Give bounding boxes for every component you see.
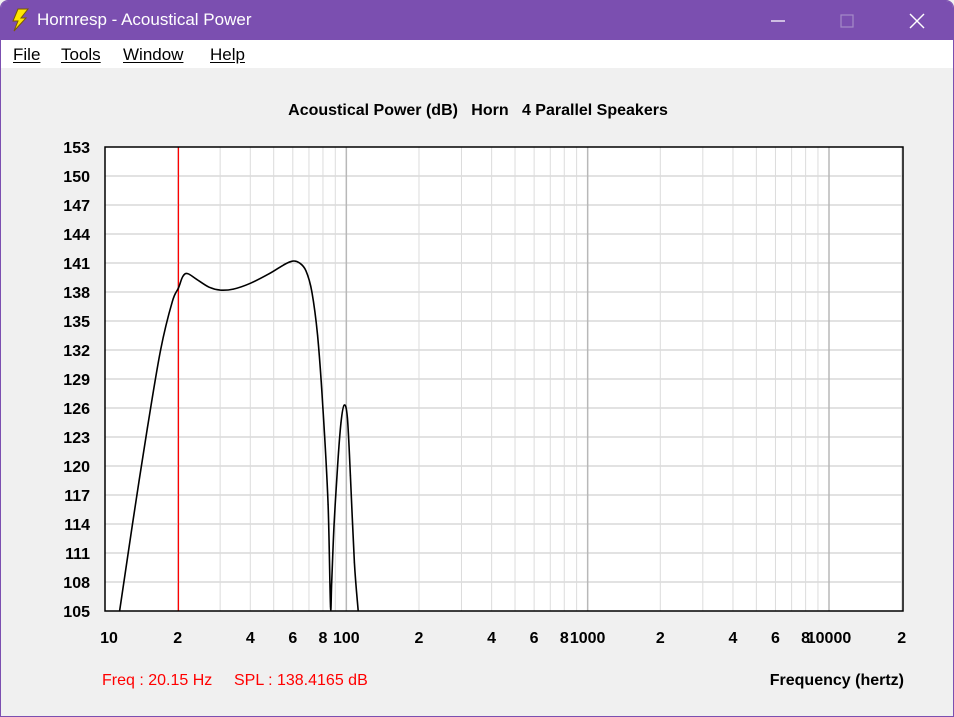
x-tick-labels: 10 2 4 6 8 100 2 4 6 8 1000 2 4 6 810000 2 xyxy=(100,630,906,647)
x-tick-label: 10 xyxy=(100,630,118,647)
y-tick-label: 129 xyxy=(63,372,90,389)
y-tick-label: 111 xyxy=(65,546,90,563)
y-tick-label: 141 xyxy=(63,256,90,273)
response-point xyxy=(331,581,333,583)
maximize-button[interactable] xyxy=(824,1,870,40)
y-tick-label: 123 xyxy=(63,430,90,447)
response-point xyxy=(316,334,319,337)
response-point xyxy=(160,349,162,351)
response-point xyxy=(171,301,173,303)
menu-file[interactable]: File xyxy=(13,45,40,65)
x-tick-label: 8 xyxy=(560,630,569,647)
response-point xyxy=(340,421,342,424)
status-spl: SPL : 138.4165 dB xyxy=(234,672,368,689)
response-point xyxy=(305,270,307,272)
minimize-button[interactable] xyxy=(755,1,801,40)
y-tick-label: 147 xyxy=(63,198,90,215)
response-point xyxy=(327,504,329,506)
y-tick-label: 132 xyxy=(63,343,90,360)
y-tick-label: 153 xyxy=(63,140,90,157)
menu-help[interactable]: Help xyxy=(210,45,245,65)
menu-window[interactable]: Window xyxy=(123,45,183,65)
response-point xyxy=(343,404,345,406)
chart-area: Acoustical Power (dB) Horn 4 Parallel Sp… xyxy=(1,68,954,717)
x-axis-label: Frequency (hertz) xyxy=(770,672,904,689)
chart-title: Acoustical Power (dB) Horn 4 Parallel Sp… xyxy=(288,102,668,119)
y-tick-label: 135 xyxy=(63,314,90,331)
response-point xyxy=(292,260,294,262)
x-tick-label: 100 xyxy=(333,630,360,647)
response-point xyxy=(232,288,234,290)
status-freq: Freq : 20.15 Hz xyxy=(102,672,212,689)
response-point xyxy=(196,278,198,281)
response-point xyxy=(249,282,251,284)
close-button[interactable] xyxy=(894,1,940,40)
y-tick-label: 117 xyxy=(64,488,90,505)
response-point xyxy=(329,605,332,607)
x-tick-label: 2 xyxy=(415,630,424,647)
response-point xyxy=(349,475,352,477)
x-tick-label: 6 xyxy=(771,630,780,647)
response-point xyxy=(177,287,180,289)
response-point xyxy=(353,562,355,564)
menu-bar: File Tools Window Help xyxy=(1,40,953,68)
y-tick-labels: 153 150 147 144 141 138 135 132 129 126 123 120 117 1… xyxy=(63,140,90,621)
response-point xyxy=(219,289,221,291)
acoustical-power-chart[interactable]: Acoustical Power (dB) Horn 4 Parallel Sp… xyxy=(1,68,954,717)
response-point xyxy=(298,262,301,264)
response-point xyxy=(182,275,184,278)
x-tick-label: 4 xyxy=(487,630,496,647)
x-tick-label: 6 xyxy=(288,630,297,647)
y-tick-label: 150 xyxy=(63,169,90,186)
y-tick-label: 138 xyxy=(63,285,90,302)
y-tick-label: 126 xyxy=(63,401,90,418)
y-tick-label: 105 xyxy=(63,604,90,621)
response-point xyxy=(283,264,285,266)
menu-tools[interactable]: Tools xyxy=(61,45,101,65)
window-title: Hornresp - Acoustical Power xyxy=(37,10,252,29)
x-tick-label: 10000 xyxy=(807,630,852,647)
response-point xyxy=(311,291,313,293)
y-tick-label: 144 xyxy=(63,227,90,244)
response-point xyxy=(131,523,134,525)
app-window: Hornresp - Acoustical Power File Tools W… xyxy=(0,0,954,717)
x-tick-label: 6 xyxy=(530,630,539,647)
x-tick-label: 2 xyxy=(656,630,665,647)
grid-lines xyxy=(105,147,903,611)
close-icon xyxy=(909,13,925,29)
x-tick-label: 4 xyxy=(729,630,738,647)
response-point xyxy=(322,407,324,409)
x-tick-label: 8 xyxy=(318,630,327,647)
x-tick-label: 1000 xyxy=(570,630,606,647)
response-point xyxy=(268,273,271,275)
maximize-icon xyxy=(840,14,854,28)
title-bar[interactable]: Hornresp - Acoustical Power xyxy=(1,1,953,40)
minimize-icon xyxy=(771,20,785,22)
x-tick-label: 2 xyxy=(897,630,906,647)
y-tick-label: 120 xyxy=(63,459,90,476)
response-point xyxy=(333,523,335,525)
x-tick-label: 2 xyxy=(173,630,182,647)
response-point xyxy=(346,417,348,419)
response-point xyxy=(146,426,149,428)
y-tick-label: 114 xyxy=(64,517,90,534)
x-tick-label: 4 xyxy=(246,630,255,647)
response-point xyxy=(187,273,189,275)
lightning-bolt-icon xyxy=(12,8,30,32)
y-tick-label: 108 xyxy=(63,575,90,592)
response-point xyxy=(208,286,210,288)
response-point xyxy=(336,465,339,467)
